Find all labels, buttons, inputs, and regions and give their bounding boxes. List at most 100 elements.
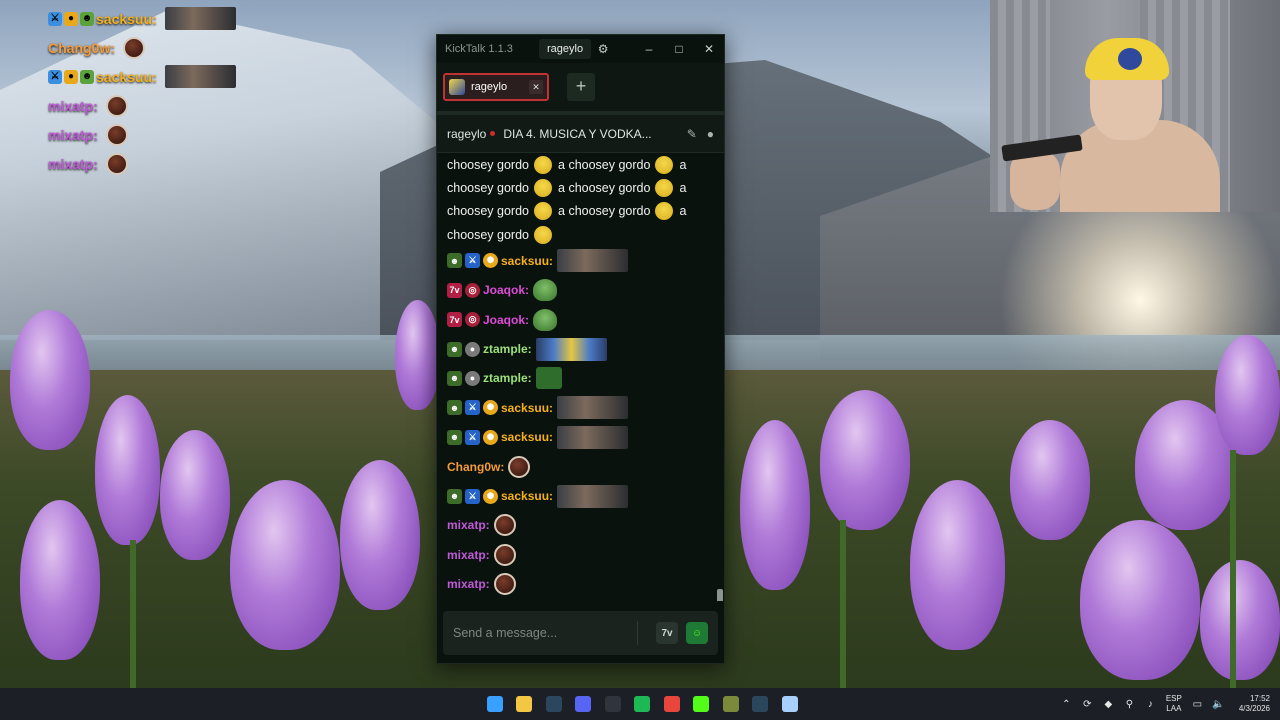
pink-badge-icon: ◎ [465, 312, 480, 328]
chat-username[interactable]: sacksuu: [501, 254, 553, 268]
overlay-chat-row: mixatp: [48, 149, 236, 178]
overlay-chat-row: mixatp: [48, 120, 236, 149]
green-badge-icon: ☻ [447, 253, 462, 269]
frog-emote-icon [533, 308, 558, 331]
chat-input[interactable] [453, 626, 627, 640]
close-button[interactable]: ✕ [694, 42, 724, 56]
chat-username[interactable]: mixatp: [447, 548, 490, 562]
gear-icon[interactable]: ⚙ [591, 42, 615, 56]
chat-username[interactable]: mixatp: [447, 577, 490, 591]
chat-message: ☻ ⚔ ✺ sacksuu: [447, 393, 714, 422]
crocus-flower [740, 420, 810, 590]
user-icon[interactable]: ● [707, 127, 714, 141]
message-text: choosey gordo [447, 157, 530, 172]
crocus-flower [95, 395, 160, 545]
blue-badge-icon: ⚔ [465, 429, 480, 445]
chat-username[interactable]: sacksuu: [501, 430, 553, 444]
language-indicator[interactable]: ESP LAA [1161, 694, 1187, 714]
monitor-icon[interactable]: ▭ [1187, 699, 1208, 710]
crocus-flower [1215, 335, 1280, 455]
message-text: a choosey gordo [558, 180, 651, 195]
ball-emote-icon [508, 455, 531, 478]
obs-icon[interactable] [598, 690, 628, 718]
choosey-emote-icon [655, 202, 674, 221]
scrollbar[interactable] [717, 589, 723, 601]
chat-messages[interactable]: choosey gordo a choosey gordo a choosey gor… [437, 153, 724, 601]
date: 4/3/2026 [1238, 704, 1270, 713]
chat-username[interactable]: Chang0w: [447, 460, 504, 474]
windows-start-icon[interactable] [480, 690, 510, 718]
overlay-chat-row: Chang0w: [48, 33, 236, 62]
message-text: choosey gordo [447, 180, 530, 195]
discord-icon[interactable] [569, 690, 599, 718]
choosey-emote-icon [534, 225, 553, 244]
overlay-username: mixatp: [48, 155, 98, 172]
blue-badge-icon: ⚔ [465, 253, 480, 269]
kicktalk-window: KickTalk 1.1.3 rageylo ⚙ – □ ✕ rageylo ✕… [436, 34, 725, 664]
emote-icon [105, 152, 128, 175]
chat-username[interactable]: mixatp: [447, 518, 490, 532]
chrome-icon[interactable] [657, 690, 687, 718]
red-badge-icon: 7v [447, 282, 462, 298]
ball-emote-icon [493, 573, 516, 596]
message-text-line: choosey gordo [447, 223, 714, 246]
chat-username[interactable]: ztample: [483, 342, 532, 356]
mic-icon[interactable]: ♪ [1140, 699, 1161, 710]
message-text: a [679, 180, 687, 195]
notepad-icon[interactable] [775, 690, 805, 718]
maximize-button[interactable]: □ [664, 42, 694, 56]
chat-username[interactable]: Joaqok: [483, 283, 529, 297]
tab-rageylo[interactable]: rageylo ✕ [443, 73, 549, 101]
message-text-line: choosey gordo a choosey gordo a [447, 176, 714, 199]
steam-icon-2[interactable] [746, 690, 776, 718]
sync-icon[interactable]: ⟳ [1077, 699, 1098, 710]
ball-emote-icon [493, 514, 516, 537]
image-emote-icon [557, 249, 629, 273]
usb-icon[interactable]: ⚲ [1119, 699, 1140, 710]
current-user-button[interactable]: rageylo [539, 39, 592, 59]
chat-message: 7v ◎ Joaqok: [447, 276, 714, 305]
close-icon[interactable]: ✕ [529, 80, 543, 94]
chat-input-box: 7v ☺ [443, 611, 718, 655]
repeated-message: choosey gordo a choosey gordo a choosey gor… [447, 153, 714, 246]
gray-badge-icon: ● [465, 341, 480, 357]
chevron-up-icon[interactable]: ⌃ [1056, 699, 1077, 710]
language-code: ESP [1165, 694, 1182, 703]
chat-username[interactable]: ztample: [483, 371, 532, 385]
message-list: ☻ ⚔ ✺ sacksuu: 7v ◎ Joaqok: 7v ◎ Joaqok: ☻ ● ztample… [447, 246, 714, 599]
crocus-flower [820, 390, 910, 530]
robot-badge-icon: ☻ [80, 11, 94, 26]
minimize-button[interactable]: – [634, 42, 664, 56]
steam-icon[interactable] [539, 690, 569, 718]
chat-message: Chang0w: [447, 452, 714, 481]
file-explorer-icon[interactable] [510, 690, 540, 718]
clock[interactable]: 17:52 4/3/2026 [1239, 694, 1270, 714]
message-text: choosey gordo [447, 204, 530, 219]
chat-message: mixatp: [447, 540, 714, 569]
sword-badge-icon: ⚔ [48, 11, 62, 26]
emote-icon [105, 94, 128, 117]
chat-overlay: ⚔ ● ☻ sacksuu: Chang0w: ⚔ ● ☻ sacksuu: mixatp: mix… [48, 4, 236, 178]
green-badge-icon: ☻ [447, 370, 462, 386]
choosey-emote-icon [655, 178, 674, 197]
chat-header: rageylo DIA 4. MUSICA Y VODKA... ✎ ● [437, 115, 724, 153]
defender-icon[interactable]: ◆ [1098, 699, 1119, 710]
kick-icon[interactable] [687, 690, 717, 718]
chat-message: ☻ ⚔ ✺ sacksuu: [447, 246, 714, 275]
pin-icon[interactable]: ✎ [687, 127, 697, 141]
chat-username[interactable]: Joaqok: [483, 313, 529, 327]
seventv-emote-button[interactable]: 7v [656, 622, 678, 644]
chat-username[interactable]: sacksuu: [501, 401, 553, 415]
overlay-username: Chang0w: [48, 39, 115, 56]
beanie-logo [1118, 48, 1142, 70]
red-badge-icon: 7v [447, 312, 462, 328]
kicktalk-icon[interactable] [716, 690, 746, 718]
choosey-emote-icon [655, 155, 674, 174]
kick-emote-icon[interactable]: ☺ [686, 622, 708, 644]
chat-username[interactable]: sacksuu: [501, 489, 553, 503]
crocus-flower [910, 480, 1005, 650]
add-tab-button[interactable]: + [567, 73, 595, 101]
volume-icon[interactable]: 🔈 [1208, 699, 1229, 710]
spotify-icon[interactable] [628, 690, 658, 718]
minions-emote-icon [535, 337, 607, 361]
